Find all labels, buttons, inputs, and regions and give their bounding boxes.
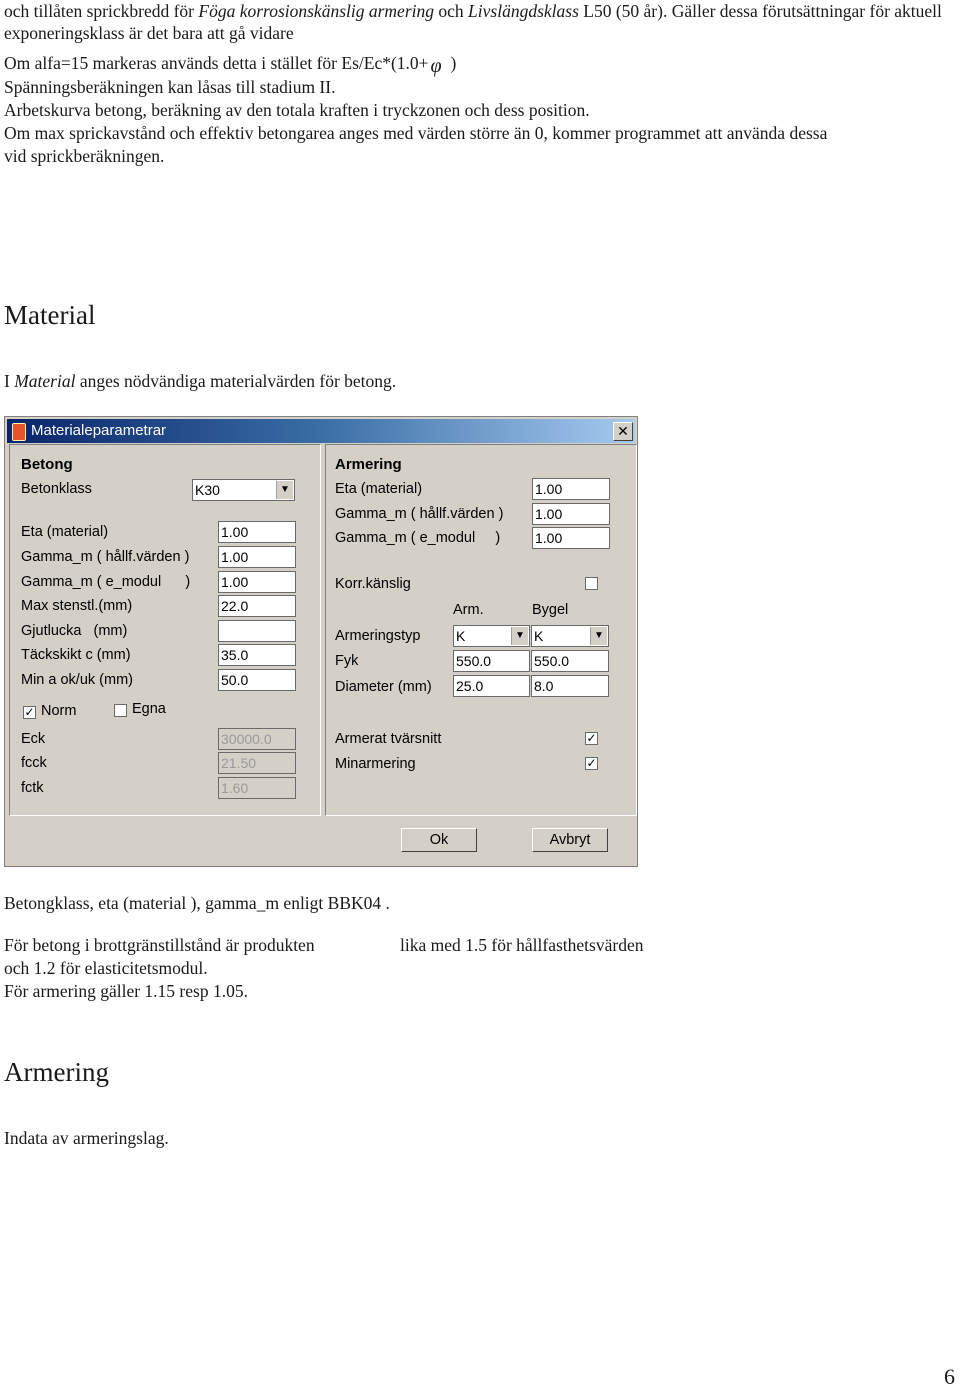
gamma-hallf-label: Gamma_m ( hållf.värden ) bbox=[21, 549, 190, 565]
arm-eta-input[interactable]: 1.00 bbox=[532, 478, 610, 500]
betonklass-value: K30 bbox=[195, 482, 220, 498]
betonklass-select[interactable]: K30 ▼ bbox=[192, 479, 295, 501]
page-number: 6 bbox=[944, 1364, 955, 1389]
chevron-down-icon[interactable]: ▼ bbox=[590, 627, 607, 645]
armering-group-label: Armering bbox=[335, 456, 402, 473]
betong-panel: Betong Betonklass K30 ▼ Eta (material) 1… bbox=[9, 444, 321, 816]
minarmering-checkbox[interactable]: ✓ bbox=[585, 757, 598, 770]
col-bygel-header: Bygel bbox=[532, 602, 569, 618]
intro-line-7: vid sprickberäkningen. bbox=[4, 146, 165, 166]
eck-label: Eck bbox=[21, 731, 46, 747]
text-segment: L50 (50 år). Gäller dessa förutsättninga… bbox=[578, 1, 942, 21]
italic-term: Föga korrosionskänslig armering bbox=[198, 1, 434, 21]
armering-panel: Armering Eta (material) 1.00 Gamma_m ( h… bbox=[325, 444, 637, 816]
diameter-arm-input[interactable]: 25.0 bbox=[453, 675, 530, 697]
dialog-title: Materialeparametrar bbox=[31, 422, 167, 439]
materialeparametrar-dialog: Materialeparametrar ✕ Betong Betonklass … bbox=[4, 416, 638, 867]
norm-checkbox[interactable]: ✓ bbox=[23, 706, 36, 719]
chevron-down-icon[interactable]: ▼ bbox=[511, 627, 528, 645]
arm-gamma-emodul-label: Gamma_m ( e_modul ) bbox=[335, 530, 501, 546]
betong-group-label: Betong bbox=[21, 456, 73, 473]
brottgrans-line-b: lika med 1.5 för hållfasthetsvärden bbox=[400, 935, 644, 955]
text-segment: I bbox=[4, 371, 15, 391]
min-a-input[interactable]: 50.0 bbox=[218, 669, 296, 691]
korr-kanslig-checkbox[interactable] bbox=[585, 577, 598, 590]
arm-gamma-hallf-label: Gamma_m ( hållf.värden ) bbox=[335, 506, 504, 522]
phi-symbol: φ bbox=[430, 55, 442, 77]
fyk-bygel-input[interactable]: 550.0 bbox=[531, 650, 609, 672]
gamma-emodul-label: Gamma_m ( e_modul ) bbox=[21, 574, 191, 590]
cancel-button[interactable]: Avbryt bbox=[532, 828, 608, 852]
armeringstyp-label: Armeringstyp bbox=[335, 628, 421, 644]
arm-gamma-hallf-input[interactable]: 1.00 bbox=[532, 503, 610, 525]
eck-value: 30000.0 bbox=[218, 728, 296, 750]
eta-material-input[interactable]: 1.00 bbox=[218, 521, 296, 543]
betonklass-label: Betonklass bbox=[21, 481, 92, 497]
text-segment: anges nödvändiga materialvärden för beto… bbox=[75, 371, 397, 391]
diameter-label: Diameter (mm) bbox=[335, 679, 432, 695]
material-description: I Material anges nödvändiga materialvärd… bbox=[4, 370, 396, 392]
egna-checkbox[interactable] bbox=[114, 704, 127, 717]
minarmering-label: Minarmering bbox=[335, 756, 416, 772]
intro-line-6: Om max sprickavstånd och effektiv betong… bbox=[4, 123, 828, 143]
armeringstyp-arm-value: K bbox=[456, 628, 466, 644]
diameter-bygel-input[interactable]: 8.0 bbox=[531, 675, 609, 697]
betongklass-note: Betongklass, eta (material ), gamma_m en… bbox=[4, 893, 390, 913]
gjutlucka-label: Gjutlucka (mm) bbox=[21, 623, 128, 639]
fctk-value: 1.60 bbox=[218, 777, 296, 799]
text-segment: Om alfa=15 markeras används detta i stäl… bbox=[4, 53, 429, 73]
armeringstyp-bygel-value: K bbox=[534, 628, 544, 644]
armerat-tvarsnitt-checkbox[interactable]: ✓ bbox=[585, 732, 598, 745]
text-segment: och tillåten sprickbredd för bbox=[4, 1, 199, 21]
korr-kanslig-label: Korr.känslig bbox=[335, 576, 411, 592]
intro-line-3: Om alfa=15 markeras används detta i stäl… bbox=[4, 52, 457, 77]
armeringstyp-bygel-select[interactable]: K ▼ bbox=[531, 625, 609, 647]
armerat-tvarsnitt-label: Armerat tvärsnitt bbox=[335, 731, 442, 747]
dialog-titlebar: Materialeparametrar ✕ bbox=[7, 419, 635, 443]
elasticitet-line: och 1.2 för elasticitetsmodul. bbox=[4, 958, 208, 978]
eta-material-label: Eta (material) bbox=[21, 524, 109, 540]
gamma-hallf-input[interactable]: 1.00 bbox=[218, 546, 296, 568]
egna-label: Egna bbox=[132, 701, 166, 717]
norm-label: Norm bbox=[41, 703, 77, 719]
intro-line-4: Spänningsberäkningen kan låsas till stad… bbox=[4, 77, 336, 97]
intro-line-2: exponeringsklass är det bara att gå vida… bbox=[4, 23, 294, 43]
italic-term: Livslängdsklass bbox=[468, 1, 579, 21]
gamma-emodul-input[interactable]: 1.00 bbox=[218, 571, 296, 593]
ok-button[interactable]: Ok bbox=[401, 828, 477, 852]
fctk-label: fctk bbox=[21, 780, 44, 796]
italic-term: Material bbox=[14, 371, 76, 391]
material-heading: Material bbox=[4, 300, 96, 330]
arm-gamma-emodul-input[interactable]: 1.00 bbox=[532, 527, 610, 549]
arm-eta-label: Eta (material) bbox=[335, 481, 423, 497]
intro-line-5: Arbetskurva betong, beräkning av den tot… bbox=[4, 100, 590, 120]
armering-factor-line: För armering gäller 1.15 resp 1.05. bbox=[4, 981, 248, 1001]
armeringstyp-arm-select[interactable]: K ▼ bbox=[453, 625, 530, 647]
armering-heading: Armering bbox=[4, 1057, 109, 1087]
col-arm-header: Arm. bbox=[453, 602, 484, 618]
tackskikt-input[interactable]: 35.0 bbox=[218, 644, 296, 666]
fcck-value: 21.50 bbox=[218, 752, 296, 774]
app-icon bbox=[12, 423, 26, 441]
armering-description: Indata av armeringslag. bbox=[4, 1128, 169, 1148]
chevron-down-icon[interactable]: ▼ bbox=[276, 481, 293, 499]
fyk-arm-input[interactable]: 550.0 bbox=[453, 650, 530, 672]
close-button[interactable]: ✕ bbox=[613, 422, 633, 441]
fyk-label: Fyk bbox=[335, 653, 359, 669]
text-segment: och bbox=[434, 1, 469, 21]
brottgrans-line-a: För betong i brottgränstillstånd är prod… bbox=[4, 935, 315, 955]
max-stenstl-label: Max stenstl.(mm) bbox=[21, 598, 133, 614]
tackskikt-label: Täckskikt c (mm) bbox=[21, 647, 131, 663]
text-segment: ) bbox=[450, 53, 457, 73]
gjutlucka-input[interactable] bbox=[218, 620, 296, 642]
max-stenstl-input[interactable]: 22.0 bbox=[218, 595, 296, 617]
fcck-label: fcck bbox=[21, 755, 47, 771]
intro-line-1: och tillåten sprickbredd för Föga korros… bbox=[4, 0, 942, 22]
min-a-label: Min a ok/uk (mm) bbox=[21, 672, 133, 688]
